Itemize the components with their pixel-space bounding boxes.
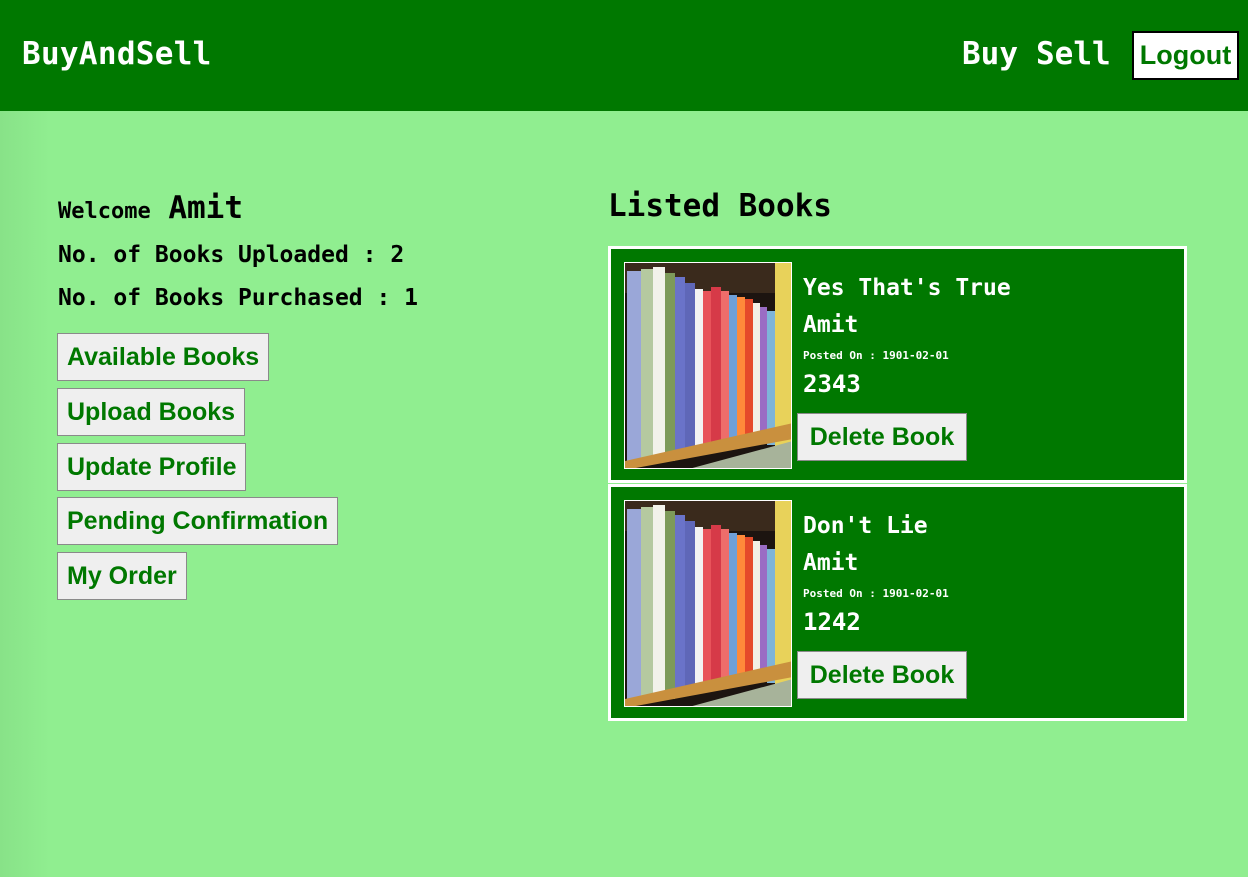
bookshelf-image bbox=[624, 500, 792, 707]
book-posted-date: Posted On : 1901-02-01 bbox=[803, 587, 949, 600]
book-posted-date: Posted On : 1901-02-01 bbox=[803, 349, 949, 362]
welcome-heading: Welcome Amit bbox=[58, 190, 243, 226]
available-books-button[interactable]: Available Books bbox=[57, 333, 270, 381]
upload-books-button[interactable]: Upload Books bbox=[57, 388, 246, 436]
books-purchased-count: No. of Books Purchased : 1 bbox=[58, 285, 419, 311]
delete-book-button[interactable]: Delete Book bbox=[797, 651, 967, 699]
bookshelf-icon bbox=[625, 501, 791, 706]
pending-confirmation-button[interactable]: Pending Confirmation bbox=[57, 497, 339, 545]
book-card: Yes That's True Amit Posted On : 1901-02… bbox=[608, 246, 1187, 483]
user-name: Amit bbox=[168, 190, 244, 226]
book-price: 1242 bbox=[803, 608, 861, 636]
book-author: Amit bbox=[803, 312, 859, 338]
welcome-label: Welcome bbox=[58, 199, 151, 224]
books-uploaded-count: No. of Books Uploaded : 2 bbox=[58, 242, 405, 268]
my-order-button[interactable]: My Order bbox=[57, 552, 187, 600]
bookshelf-icon bbox=[625, 263, 791, 468]
nav-buy-link[interactable]: Buy bbox=[962, 36, 1018, 72]
delete-book-button[interactable]: Delete Book bbox=[797, 413, 967, 461]
book-title: Yes That's True bbox=[803, 275, 1011, 301]
listed-books-title: Listed Books bbox=[608, 188, 832, 224]
book-card: Don't Lie Amit Posted On : 1901-02-01 12… bbox=[608, 484, 1187, 721]
top-navbar: BuyAndSell Buy Sell Logout bbox=[0, 0, 1248, 111]
bookshelf-image bbox=[624, 262, 792, 469]
book-author: Amit bbox=[803, 550, 859, 576]
logout-button[interactable]: Logout bbox=[1132, 31, 1239, 80]
book-price: 2343 bbox=[803, 370, 861, 398]
brand-logo[interactable]: BuyAndSell bbox=[22, 36, 212, 72]
nav-sell-link[interactable]: Sell bbox=[1036, 36, 1111, 72]
left-edge-shade bbox=[0, 111, 50, 877]
book-title: Don't Lie bbox=[803, 513, 928, 539]
update-profile-button[interactable]: Update Profile bbox=[57, 443, 247, 491]
